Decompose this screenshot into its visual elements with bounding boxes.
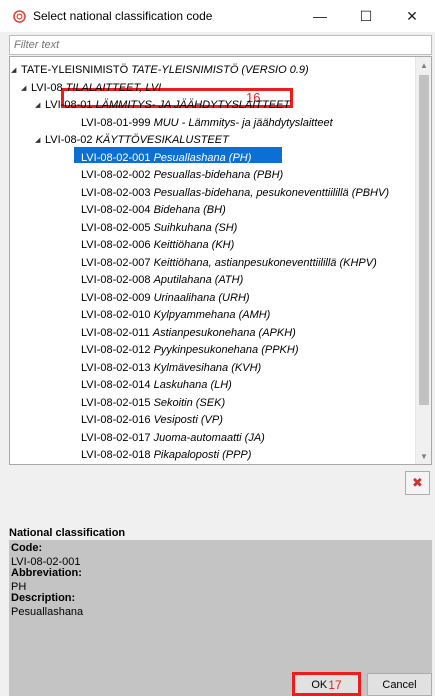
tree-node[interactable]: LVI-08-02-010 Kylpyammehana (AMH): [81, 307, 270, 324]
close-button[interactable]: ✕: [389, 0, 435, 32]
delete-button[interactable]: ✖: [405, 471, 430, 495]
filter-input[interactable]: [10, 36, 431, 54]
node-code: LVI-08-02-011: [81, 326, 153, 339]
node-label: Pesuallas-bidehana (PBH): [153, 169, 284, 181]
node-code: LVI-08-02-013: [81, 361, 154, 374]
tree-node[interactable]: LVI-08-02-017 Juoma-automaatti (JA): [81, 430, 265, 447]
node-code: LVI-08-02-018: [81, 449, 154, 461]
expander-icon[interactable]: ◢: [11, 62, 16, 79]
tree-node[interactable]: LVI-08-02-004 Bidehana (BH): [81, 202, 226, 219]
node-code: LVI-08-02-010: [81, 309, 154, 321]
node-label: TILALAITTEET, LVI: [65, 81, 162, 94]
node-label: Vesiposti (VP): [153, 414, 223, 426]
node-label: MUU - Lämmitys- ja jäähdytyslaitteet: [153, 116, 333, 129]
node-label: Sekoitin (SEK): [153, 396, 226, 409]
description-label: Description:: [11, 592, 76, 604]
node-code: LVI-08-02-016: [81, 414, 154, 426]
tree-node[interactable]: LVI-08-02-006 Keittiöhana (KH): [81, 237, 234, 254]
node-label: Kylmävesihana (KVH): [153, 361, 262, 374]
minimize-button[interactable]: —: [297, 0, 343, 32]
node-code: TATE-YLEISNIMISTÖ: [21, 64, 132, 76]
node-label: Juoma-automaatti (JA): [153, 431, 265, 444]
node-code: LVI-08-02-015: [81, 396, 154, 409]
tree-node[interactable]: LVI-08-01 LÄMMITYS- JA JÄÄHDYTYSLAITTEET: [45, 97, 290, 114]
node-label: Bidehana (BH): [153, 204, 226, 216]
node-label: Pesuallashana (PH): [153, 151, 252, 164]
expander-icon[interactable]: ◢: [35, 97, 40, 114]
node-code: LVI-08-02-005: [81, 221, 154, 234]
node-label: KÄYTTÖVESIKALUSTEET: [95, 134, 229, 146]
cancel-button[interactable]: Cancel: [367, 673, 432, 696]
node-code: LVI-08-01: [45, 99, 96, 111]
tree-node[interactable]: LVI-08-02-015 Sekoitin (SEK): [81, 395, 225, 412]
scroll-up-icon[interactable]: ▲: [416, 57, 431, 73]
tree-node[interactable]: LVI-08-02-007 Keittiöhana, astianpesukon…: [81, 255, 377, 272]
node-code: LVI-08-02-002: [81, 169, 154, 181]
tree-node[interactable]: LVI-08-02-003 Pesuallas-bidehana, pesuko…: [81, 185, 389, 202]
tree-node[interactable]: LVI-08-02-005 Suihkuhana (SH): [81, 220, 237, 237]
node-label: LÄMMITYS- JA JÄÄHDYTYSLAITTEET: [95, 99, 291, 111]
node-code: LVI-08-02-004: [81, 204, 154, 216]
vertical-scrollbar[interactable]: ▲ ▼: [415, 57, 431, 464]
delete-x-icon: ✖: [412, 475, 423, 490]
tree-node[interactable]: TATE-YLEISNIMISTÖ TATE-YLEISNIMISTÖ (VER…: [21, 62, 309, 79]
tree-content: ◢ TATE-YLEISNIMISTÖ TATE-YLEISNIMISTÖ (VE…: [10, 57, 416, 464]
node-label: Pikapaloposti (PPP): [153, 449, 252, 461]
node-code: LVI-08-02-006: [81, 239, 154, 251]
details-heading: National classification: [9, 527, 126, 539]
node-label: Kylpyammehana (AMH): [153, 309, 271, 321]
node-code: LVI-08: [31, 81, 66, 94]
node-label: Suihkuhana (SH): [153, 221, 238, 234]
tree-node[interactable]: LVI-08-02-018 Pikapaloposti (PPP): [81, 447, 251, 464]
tree-node[interactable]: LVI-08-02 KÄYTTÖVESIKALUSTEET: [45, 132, 229, 149]
node-code: LVI-08-02-009: [81, 291, 154, 304]
node-code: LVI-08-02-001: [81, 151, 154, 164]
expander-icon[interactable]: ◢: [35, 132, 40, 149]
tree-node[interactable]: LVI-08-02-016 Vesiposti (VP): [81, 412, 223, 429]
node-label: Urinaalihana (URH): [153, 291, 250, 304]
scroll-down-icon[interactable]: ▼: [416, 448, 431, 464]
node-code: LVI-08-02-014: [81, 379, 154, 391]
node-code: LVI-08-02-012: [81, 344, 154, 356]
node-code: LVI-08-02-017: [81, 431, 154, 444]
app-logo-icon: [13, 10, 26, 23]
tree-node[interactable]: LVI-08-02-002 Pesuallas-bidehana (PBH): [81, 167, 283, 184]
node-label: Keittiöhana (KH): [153, 239, 235, 251]
window-title: Select national classification code: [33, 9, 213, 23]
tree-node[interactable]: LVI-08-02-001 Pesuallashana (PH): [81, 150, 251, 167]
node-code: LVI-08-02: [45, 134, 96, 146]
title-bar: Select national classification code — ☐ …: [0, 0, 435, 32]
node-label: Astianpesukonehana (APKH): [152, 326, 296, 339]
node-label: Keittiöhana, astianpesukoneventtiilillä …: [153, 256, 377, 269]
node-code: LVI-08-02-008: [81, 274, 154, 286]
node-label: Aputilahana (ATH): [153, 274, 244, 286]
expander-icon[interactable]: ◢: [21, 80, 26, 97]
tree-node[interactable]: LVI-08-02-011 Astianpesukonehana (APKH): [81, 325, 296, 342]
abbreviation-label: Abbreviation:: [11, 567, 82, 579]
scroll-thumb[interactable]: [419, 75, 429, 405]
node-label: Laskuhana (LH): [153, 379, 232, 391]
tree-node[interactable]: LVI-08-01-999 MUU - Lämmitys- ja jäähdyt…: [81, 115, 333, 132]
maximize-button[interactable]: ☐: [343, 0, 389, 32]
classification-tree[interactable]: ◢ TATE-YLEISNIMISTÖ TATE-YLEISNIMISTÖ (VE…: [9, 56, 432, 465]
node-code: LVI-08-02-007: [81, 256, 154, 269]
node-label: TATE-YLEISNIMISTÖ (VERSIO 0.9): [131, 64, 309, 76]
tree-node[interactable]: LVI-08-02-009 Urinaalihana (URH): [81, 290, 250, 307]
node-code: LVI-08-02-003: [81, 186, 154, 199]
tree-node[interactable]: LVI-08-02-013 Kylmävesihana (KVH): [81, 360, 261, 377]
node-label: Pyykinpesukonehana (PPKH): [153, 344, 299, 356]
tree-node[interactable]: LVI-08-02-014 Laskuhana (LH): [81, 377, 232, 394]
ok-annotation-box: [292, 672, 361, 696]
filter-box: [9, 35, 432, 55]
tree-node[interactable]: LVI-08-02-008 Aputilahana (ATH): [81, 272, 243, 289]
description-value: Pesuallashana: [11, 606, 84, 618]
tree-node[interactable]: LVI-08 TILALAITTEET, LVI: [31, 80, 161, 97]
tree-node[interactable]: LVI-08-02-012 Pyykinpesukonehana (PPKH): [81, 342, 299, 359]
tree-node[interactable]: LVI-08-02-019 Seinäpaloposti (SEPP): [81, 465, 265, 466]
node-code: LVI-08-01-999: [81, 116, 154, 129]
code-label: Code:: [11, 542, 43, 554]
node-label: Pesuallas-bidehana, pesukoneventtiilillä…: [153, 186, 389, 199]
